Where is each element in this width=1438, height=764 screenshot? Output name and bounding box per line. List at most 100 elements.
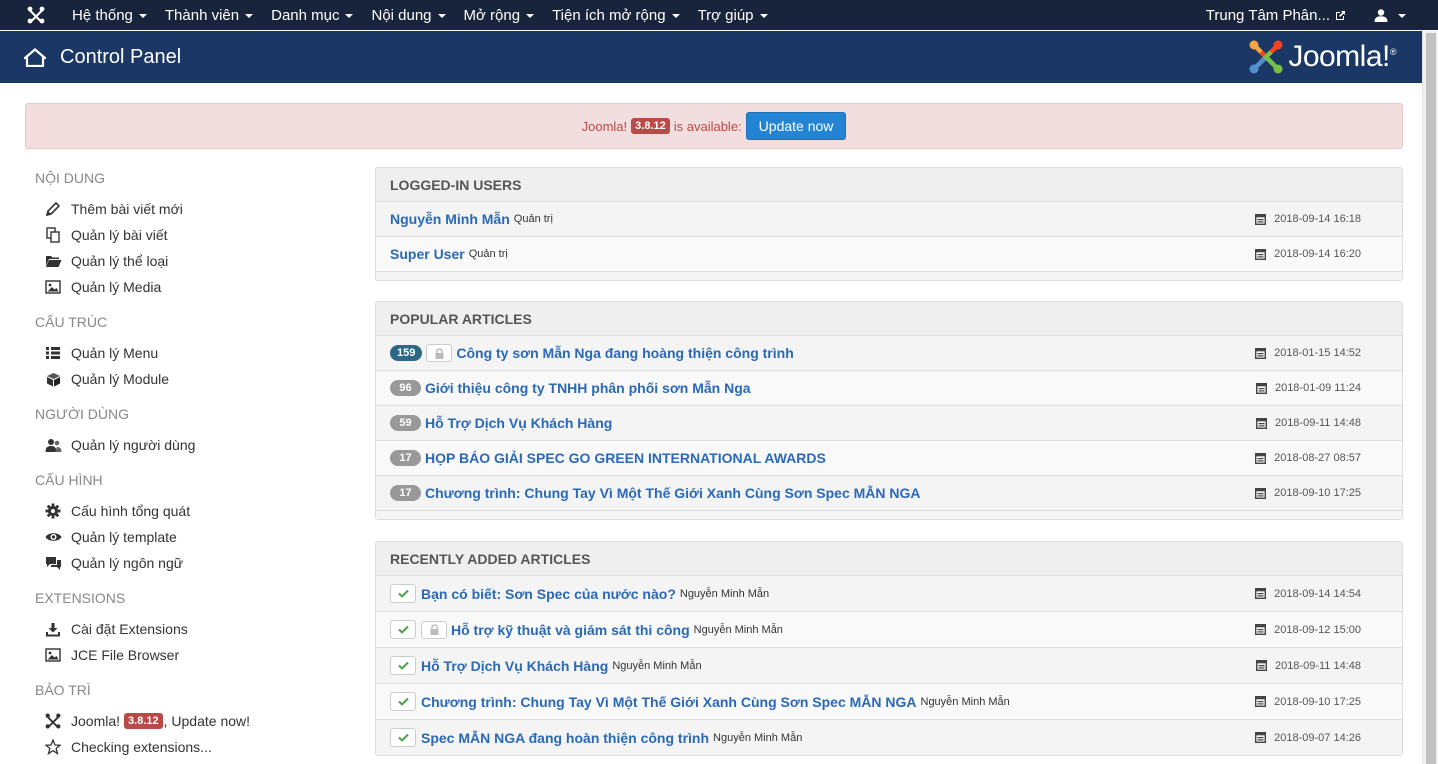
- menu-item-5[interactable]: Tiện ích mở rộng: [544, 0, 690, 30]
- check-icon: [397, 589, 409, 598]
- panel-title: LOGGED-IN USERS: [376, 168, 1402, 202]
- user-menu[interactable]: [1374, 8, 1406, 22]
- joomla-icon[interactable]: [24, 6, 48, 24]
- sidebar-item-label: Quản lý thể loại: [71, 253, 169, 269]
- table-row: 59 Hỗ Trợ Dịch Vụ Khách Hàng 2018-09-11 14…: [376, 406, 1402, 441]
- sidebar-item[interactable]: Quản lý Module: [35, 366, 355, 392]
- sidebar-item[interactable]: Cài đặt Extensions: [35, 616, 355, 642]
- date-text: 2018-09-10 17:25: [1274, 695, 1361, 708]
- calendar-icon: [1255, 588, 1267, 599]
- article-title-link[interactable]: Spec MẪN NGA đang hoàn thiện công trình: [421, 730, 709, 746]
- folder-icon: [44, 253, 62, 269]
- date-cell: 2018-09-11 14:48: [1255, 660, 1361, 672]
- sidebar-item[interactable]: Joomla! 3.8.12, Update now!: [35, 708, 355, 734]
- date-cell: 2018-01-09 11:24: [1255, 382, 1361, 394]
- lock-icon: [430, 624, 438, 635]
- date-cell: 2018-09-10 17:25: [1255, 487, 1361, 499]
- menu-item-4[interactable]: Mở rộng: [456, 0, 545, 30]
- date-text: 2018-09-12 15:00: [1274, 623, 1361, 636]
- chevron-down-icon: [345, 14, 354, 18]
- sidebar-item[interactable]: Checking extensions...: [35, 734, 355, 760]
- sidebar-heading: BẢO TRÌ: [35, 682, 91, 698]
- sidebar-item-label: Quản lý template: [71, 529, 177, 545]
- publish-toggle-button[interactable]: [390, 656, 416, 675]
- publish-toggle-button[interactable]: [390, 728, 416, 747]
- article-title-link[interactable]: HỌP BÁO GIẢI SPEC GO GREEN INTERNATIONAL…: [425, 450, 826, 466]
- table-row: Bạn có biết: Sơn Spec của nước nào? Nguyễ…: [376, 576, 1402, 612]
- publish-toggle-button[interactable]: [390, 620, 416, 639]
- joomla-icon: [44, 713, 62, 729]
- date-cell: 2018-09-14 16:20: [1255, 248, 1361, 260]
- article-title-link[interactable]: Công ty sơn Mẫn Nga đang hoàng thiện côn…: [456, 345, 793, 361]
- sidebar-item[interactable]: Quản lý template: [35, 524, 355, 550]
- sidebar-item[interactable]: Quản lý người dùng: [35, 432, 355, 458]
- menu-item-0[interactable]: Hệ thống: [64, 0, 157, 30]
- table-row: Spec MẪN NGA đang hoàn thiện công trình N…: [376, 720, 1402, 756]
- menu-item-2[interactable]: Danh mục: [263, 0, 363, 30]
- article-title-link[interactable]: Bạn có biết: Sơn Spec của nước nào?: [421, 586, 676, 602]
- version-badge: 3.8.12: [124, 713, 163, 729]
- article-title-link[interactable]: Hỗ Trợ Dịch Vụ Khách Hàng: [425, 415, 612, 431]
- menu-item-6[interactable]: Trợ giúp: [690, 0, 778, 30]
- sidebar-item-label: Quản lý ngôn ngữ: [71, 555, 184, 571]
- sidebar-item[interactable]: Cấu hình tổng quát: [35, 498, 355, 524]
- menu-item-1[interactable]: Thành viên: [157, 0, 263, 30]
- sidebar-heading: NỘI DUNG: [35, 170, 105, 186]
- sidebar-item[interactable]: Quản lý thể loại: [35, 248, 355, 274]
- cube-icon: [44, 371, 62, 387]
- date-cell: 2018-09-14 16:18: [1255, 213, 1361, 225]
- calendar-icon: [1255, 382, 1267, 394]
- checkin-button[interactable]: [426, 344, 453, 362]
- update-alert: Joomla! 3.8.12 is available: Update now: [25, 103, 1403, 149]
- joomla-logo-icon: [1249, 40, 1283, 74]
- sidebar-item[interactable]: Quản lý ngôn ngữ: [35, 550, 355, 576]
- sidebar-item-label: Quản lý người dùng: [71, 437, 196, 453]
- page-scrollbar[interactable]: [1422, 31, 1438, 764]
- article-title-link[interactable]: Chương trình: Chung Tay Vì Một Thế Giới …: [421, 694, 917, 710]
- sidebar-item-label: Cài đặt Extensions: [71, 621, 188, 637]
- sidebar-item[interactable]: Quản lý bài viết: [35, 222, 355, 248]
- user-name-link[interactable]: Super User: [390, 246, 465, 262]
- article-title-link[interactable]: Chương trình: Chung Tay Vì Một Thế Giới …: [425, 485, 921, 501]
- pencil-icon: [44, 201, 62, 217]
- hits-badge: 96: [390, 380, 421, 396]
- publish-toggle-button[interactable]: [390, 692, 416, 711]
- sidebar-item-label: Quản lý Module: [71, 371, 170, 387]
- list-icon: [44, 345, 62, 361]
- menu-item-3[interactable]: Nội dung: [363, 0, 455, 30]
- article-title-link[interactable]: Hỗ trợ kỹ thuật và giám sát thi công: [451, 622, 690, 638]
- sidebar-section: CẤU HÌNH Cấu hình tổng quát Quản lý templa…: [35, 470, 355, 576]
- article-author: Nguyễn Minh Mẫn: [679, 587, 770, 600]
- sidebar-item[interactable]: Thêm bài viết mới: [35, 196, 355, 222]
- update-now-button[interactable]: Update now: [745, 112, 847, 140]
- article-title-link[interactable]: Giới thiệu công ty TNHH phân phối sơn Mẫ…: [425, 380, 751, 396]
- external-link-icon: [1336, 10, 1345, 20]
- lock-icon: [435, 347, 444, 359]
- chevron-down-icon: [671, 14, 680, 18]
- sidebar-heading: NGƯỜI DÙNG: [35, 406, 129, 422]
- date-text: 2018-01-09 11:24: [1274, 382, 1361, 394]
- article-title-link[interactable]: Hỗ Trợ Dịch Vụ Khách Hàng: [421, 658, 608, 674]
- scrollbar-thumb[interactable]: [1426, 33, 1436, 764]
- page-header: Control Panel Joomla!®: [0, 31, 1422, 83]
- sidebar: NỘI DUNG Thêm bài viết mới Quản lý bài viế…: [35, 168, 355, 764]
- sidebar-item[interactable]: JCE File Browser: [35, 642, 355, 668]
- check-icon: [397, 733, 409, 742]
- chevron-down-icon: [437, 14, 446, 18]
- panel-title: POPULAR ARTICLES: [376, 302, 1402, 336]
- article-author: Nguyễn Minh Mẫn: [920, 695, 1010, 708]
- site-link[interactable]: Trung Tâm Phân...: [1206, 7, 1346, 24]
- date-text: 2018-01-15 14:52: [1274, 347, 1361, 359]
- sidebar-item[interactable]: Quản lý Menu: [35, 340, 355, 366]
- checkin-button[interactable]: [421, 620, 447, 639]
- user-name-link[interactable]: Nguyễn Minh Mẫn: [390, 211, 510, 227]
- sidebar-item[interactable]: Quản lý Media: [35, 274, 355, 300]
- date-cell: 2018-09-07 14:26: [1255, 732, 1361, 744]
- sidebar-section: NGƯỜI DÙNG Quản lý người dùng: [35, 404, 355, 458]
- publish-toggle-button[interactable]: [390, 584, 416, 603]
- date-text: 2018-09-14 16:20: [1274, 248, 1361, 260]
- sidebar-item-label: Joomla!: [71, 713, 121, 729]
- calendar-icon: [1255, 624, 1267, 635]
- date-text: 2018-09-10 17:25: [1274, 487, 1361, 499]
- date-text: 2018-09-14 14:54: [1274, 587, 1361, 600]
